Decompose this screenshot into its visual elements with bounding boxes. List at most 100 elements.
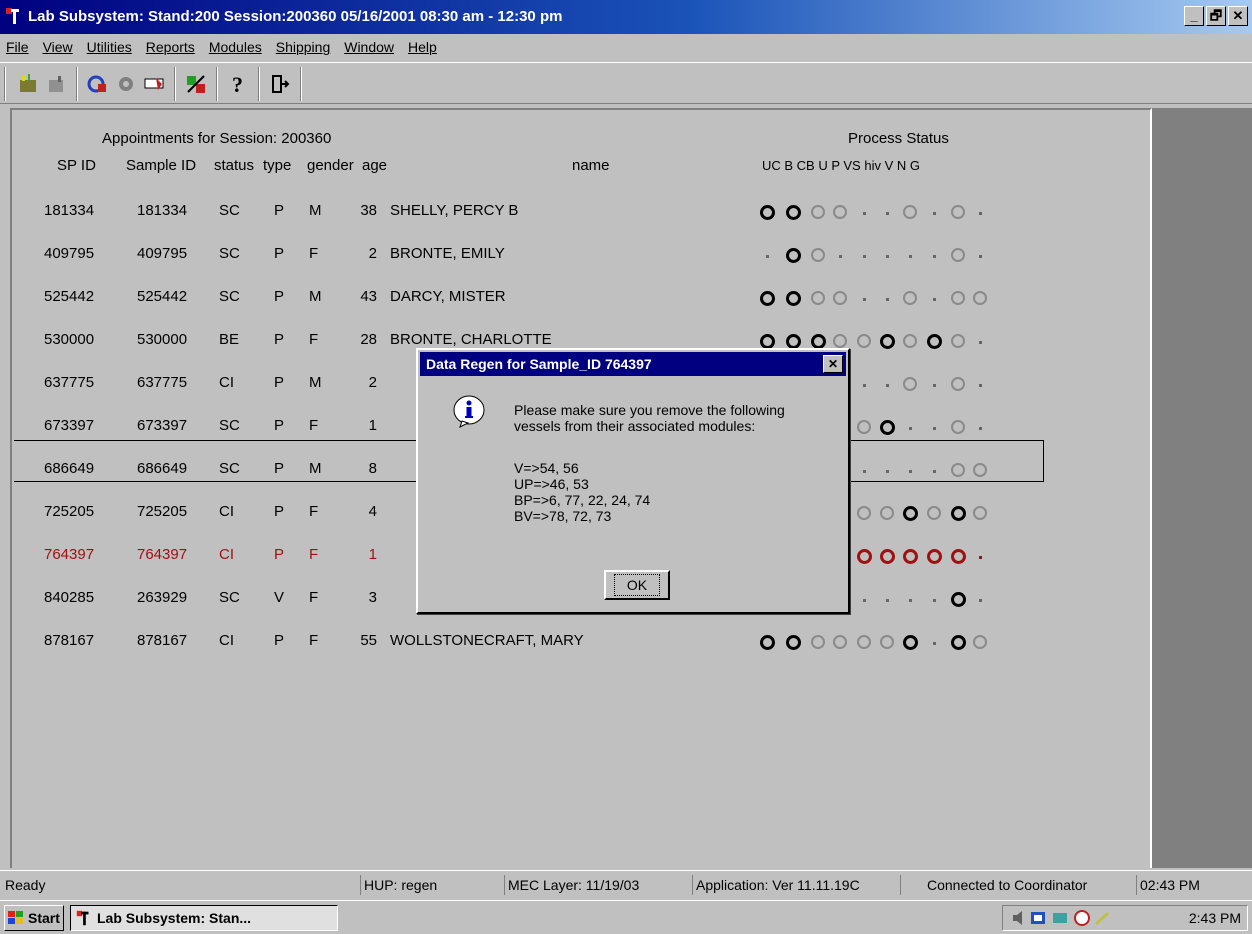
cell-sample-id[interactable]: 686649 xyxy=(137,460,187,477)
taskbar-lab-subsystem[interactable]: Lab Subsystem: Stan... xyxy=(70,905,338,931)
cell-sp-id[interactable]: 181334 xyxy=(44,202,94,219)
tray-icons[interactable] xyxy=(1011,909,1111,927)
cell-name[interactable]: BRONTE, EMILY xyxy=(390,245,505,262)
cell-gender[interactable]: F xyxy=(309,331,318,348)
cell-sample-id[interactable]: 181334 xyxy=(137,202,187,219)
cell-type[interactable]: P xyxy=(274,417,284,434)
cell-age[interactable]: 1 xyxy=(369,417,377,434)
cell-age[interactable]: 2 xyxy=(369,374,377,391)
cell-type[interactable]: P xyxy=(274,245,284,262)
cell-type[interactable]: P xyxy=(274,202,284,219)
cell-sample-id[interactable]: 530000 xyxy=(137,331,187,348)
cell-gender[interactable]: F xyxy=(309,417,318,434)
start-button[interactable]: Start xyxy=(4,905,64,931)
cell-type[interactable]: P xyxy=(274,632,284,649)
cell-age[interactable]: 28 xyxy=(360,331,377,348)
cell-type[interactable]: P xyxy=(274,546,284,563)
cell-sp-id[interactable]: 530000 xyxy=(44,331,94,348)
header-status[interactable]: status xyxy=(214,157,254,174)
cell-gender[interactable]: M xyxy=(309,288,322,305)
menu-view[interactable]: View xyxy=(43,39,73,55)
cell-sample-id[interactable]: 725205 xyxy=(137,503,187,520)
header-name[interactable]: name xyxy=(572,157,610,174)
cell-type[interactable]: P xyxy=(274,460,284,477)
menu-window[interactable]: Window xyxy=(344,39,394,55)
cell-sample-id[interactable]: 637775 xyxy=(137,374,187,391)
cell-sp-id[interactable]: 764397 xyxy=(44,546,94,563)
menu-utilities[interactable]: Utilities xyxy=(87,39,132,55)
cell-age[interactable]: 38 xyxy=(360,202,377,219)
cell-sample-id[interactable]: 764397 xyxy=(137,546,187,563)
cell-type[interactable]: P xyxy=(274,331,284,348)
cell-sp-id[interactable]: 673397 xyxy=(44,417,94,434)
cell-sp-id[interactable]: 686649 xyxy=(44,460,94,477)
cell-type[interactable]: P xyxy=(274,374,284,391)
cell-type[interactable]: P xyxy=(274,288,284,305)
pencil-icon[interactable] xyxy=(140,70,168,98)
cell-status[interactable]: CI xyxy=(219,632,234,649)
cell-status[interactable]: SC xyxy=(219,288,240,305)
record-icon[interactable] xyxy=(112,70,140,98)
cell-sp-id[interactable]: 409795 xyxy=(44,245,94,262)
cell-type[interactable]: P xyxy=(274,503,284,520)
header-sample-id[interactable]: Sample ID xyxy=(126,157,196,174)
save-icon[interactable] xyxy=(42,70,70,98)
maximize-button[interactable]: 🗗 xyxy=(1206,6,1226,26)
cell-sample-id[interactable]: 673397 xyxy=(137,417,187,434)
cell-gender[interactable]: F xyxy=(309,546,318,563)
cell-status[interactable]: SC xyxy=(219,460,240,477)
menu-help[interactable]: Help xyxy=(408,39,437,55)
cell-status[interactable]: SC xyxy=(219,417,240,434)
ok-button[interactable]: OK xyxy=(604,570,670,600)
cell-name[interactable]: SHELLY, PERCY B xyxy=(390,202,518,219)
cell-sp-id[interactable]: 840285 xyxy=(44,589,94,606)
cell-gender[interactable]: F xyxy=(309,589,318,606)
cell-sample-id[interactable]: 409795 xyxy=(137,245,187,262)
lab-icon[interactable] xyxy=(84,70,112,98)
menu-modules[interactable]: Modules xyxy=(209,39,262,55)
cell-status[interactable]: CI xyxy=(219,546,234,563)
menu-reports[interactable]: Reports xyxy=(146,39,195,55)
cell-sp-id[interactable]: 725205 xyxy=(44,503,94,520)
new-icon[interactable] xyxy=(14,70,42,98)
cell-gender[interactable]: F xyxy=(309,245,318,262)
close-button[interactable]: ✕ xyxy=(1228,6,1248,26)
cell-sp-id[interactable]: 637775 xyxy=(44,374,94,391)
exit-icon[interactable] xyxy=(266,70,294,98)
menu-file[interactable]: File xyxy=(6,39,29,55)
cell-age[interactable]: 3 xyxy=(369,589,377,606)
cell-age[interactable]: 55 xyxy=(360,632,377,649)
help-icon[interactable]: ? xyxy=(224,70,252,98)
cell-gender[interactable]: M xyxy=(309,202,322,219)
cell-age[interactable]: 43 xyxy=(360,288,377,305)
header-gender[interactable]: gender xyxy=(307,157,354,174)
transfer-icon[interactable] xyxy=(182,70,210,98)
dialog-close-button[interactable]: ✕ xyxy=(823,355,843,373)
cell-name[interactable]: BRONTE, CHARLOTTE xyxy=(390,331,552,348)
minimize-button[interactable]: _ xyxy=(1184,6,1204,26)
cell-sample-id[interactable]: 525442 xyxy=(137,288,187,305)
cell-sp-id[interactable]: 525442 xyxy=(44,288,94,305)
cell-name[interactable]: DARCY, MISTER xyxy=(390,288,506,305)
header-type[interactable]: type xyxy=(263,157,291,174)
cell-status[interactable]: SC xyxy=(219,589,240,606)
cell-sample-id[interactable]: 263929 xyxy=(137,589,187,606)
cell-gender[interactable]: F xyxy=(309,632,318,649)
cell-type[interactable]: V xyxy=(274,589,284,606)
cell-status[interactable]: SC xyxy=(219,202,240,219)
cell-age[interactable]: 1 xyxy=(369,546,377,563)
header-sp-id[interactable]: SP ID xyxy=(57,157,96,174)
cell-status[interactable]: CI xyxy=(219,374,234,391)
cell-status[interactable]: CI xyxy=(219,503,234,520)
cell-gender[interactable]: M xyxy=(309,374,322,391)
cell-sp-id[interactable]: 878167 xyxy=(44,632,94,649)
header-age[interactable]: age xyxy=(362,157,387,174)
cell-age[interactable]: 8 xyxy=(369,460,377,477)
cell-age[interactable]: 2 xyxy=(369,245,377,262)
cell-age[interactable]: 4 xyxy=(369,503,377,520)
menu-shipping[interactable]: Shipping xyxy=(276,39,331,55)
cell-sample-id[interactable]: 878167 xyxy=(137,632,187,649)
cell-status[interactable]: SC xyxy=(219,245,240,262)
cell-name[interactable]: WOLLSTONECRAFT, MARY xyxy=(390,632,584,649)
cell-gender[interactable]: M xyxy=(309,460,322,477)
